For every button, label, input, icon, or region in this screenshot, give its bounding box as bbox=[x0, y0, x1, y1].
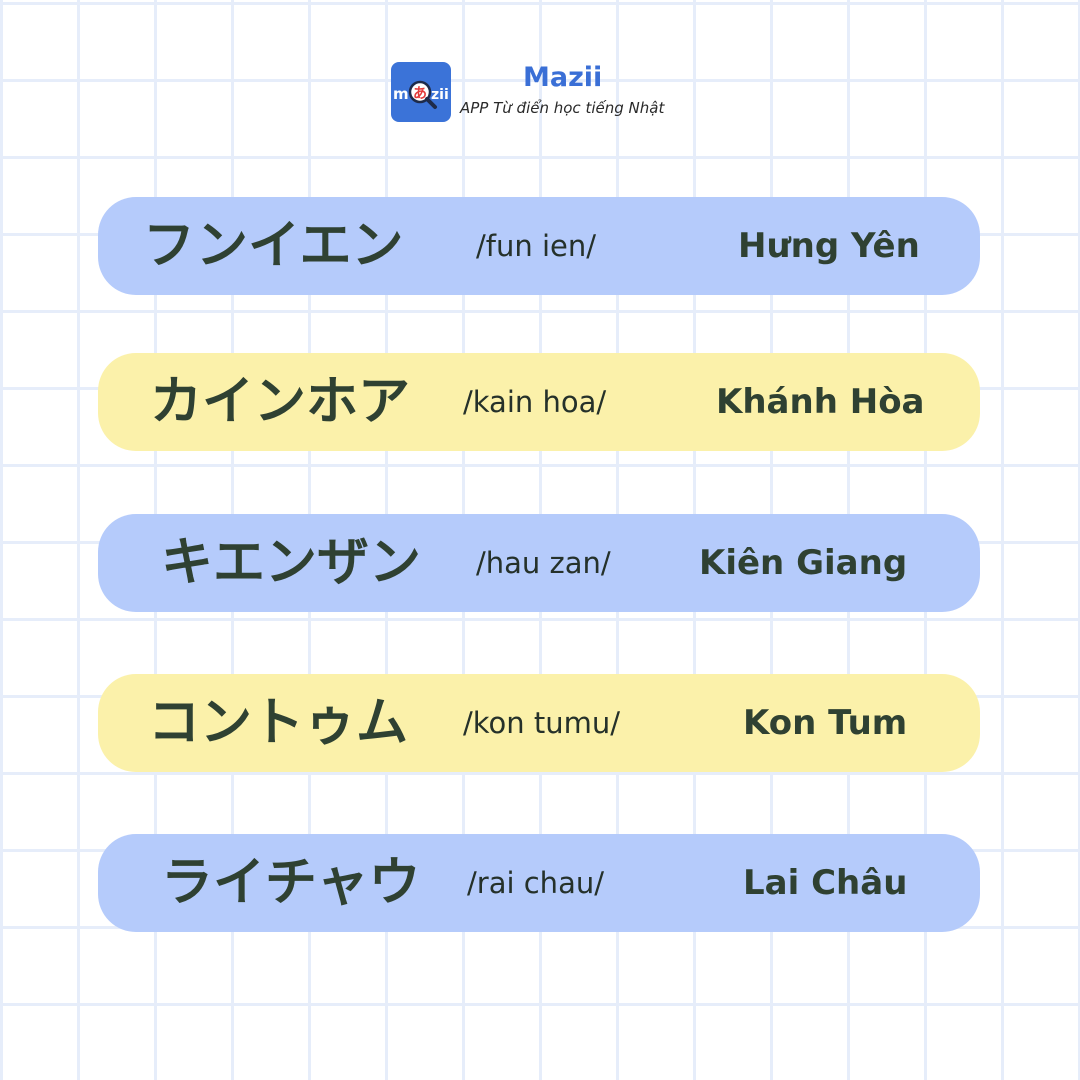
vietnamese-label: Lai Châu bbox=[743, 863, 908, 903]
romaji-label: /kain hoa/ bbox=[463, 385, 607, 419]
brand-name: Mazii bbox=[523, 62, 603, 93]
japanese-label: フンイエン bbox=[143, 216, 404, 276]
entry-row-kon-tum: コントゥム /kon tumu/ Kon Tum bbox=[98, 674, 980, 772]
mazii-logo-icon: m あ zii bbox=[391, 62, 451, 122]
romaji-label: /hau zan/ bbox=[476, 546, 611, 580]
svg-text:あ: あ bbox=[413, 86, 427, 102]
japanese-label: カインホア bbox=[150, 372, 411, 432]
romaji-label: /fun ien/ bbox=[476, 229, 597, 263]
romaji-label: /kon tumu/ bbox=[463, 706, 621, 740]
entry-row-hung-yen: フンイエン /fun ien/ Hưng Yên bbox=[98, 197, 980, 295]
japanese-label: コントゥム bbox=[148, 693, 409, 753]
entry-row-kien-giang: キエンザン /hau zan/ Kiên Giang bbox=[98, 514, 980, 612]
japanese-label: キエンザン bbox=[161, 533, 422, 593]
brand-header: m あ zii Mazii APP Từ điển học tiếng Nhật bbox=[391, 62, 691, 124]
svg-text:zii: zii bbox=[431, 87, 449, 103]
vietnamese-label: Kiên Giang bbox=[699, 543, 908, 583]
svg-text:m: m bbox=[393, 85, 409, 103]
vietnamese-label: Kon Tum bbox=[743, 703, 908, 743]
brand-tagline: APP Từ điển học tiếng Nhật bbox=[460, 99, 665, 117]
vietnamese-label: Khánh Hòa bbox=[716, 382, 925, 422]
entry-row-khanh-hoa: カインホア /kain hoa/ Khánh Hòa bbox=[98, 353, 980, 451]
romaji-label: /rai chau/ bbox=[467, 866, 604, 900]
japanese-label: ライチャウ bbox=[161, 853, 421, 913]
entry-row-lai-chau: ライチャウ /rai chau/ Lai Châu bbox=[98, 834, 980, 932]
vietnamese-label: Hưng Yên bbox=[738, 226, 920, 266]
